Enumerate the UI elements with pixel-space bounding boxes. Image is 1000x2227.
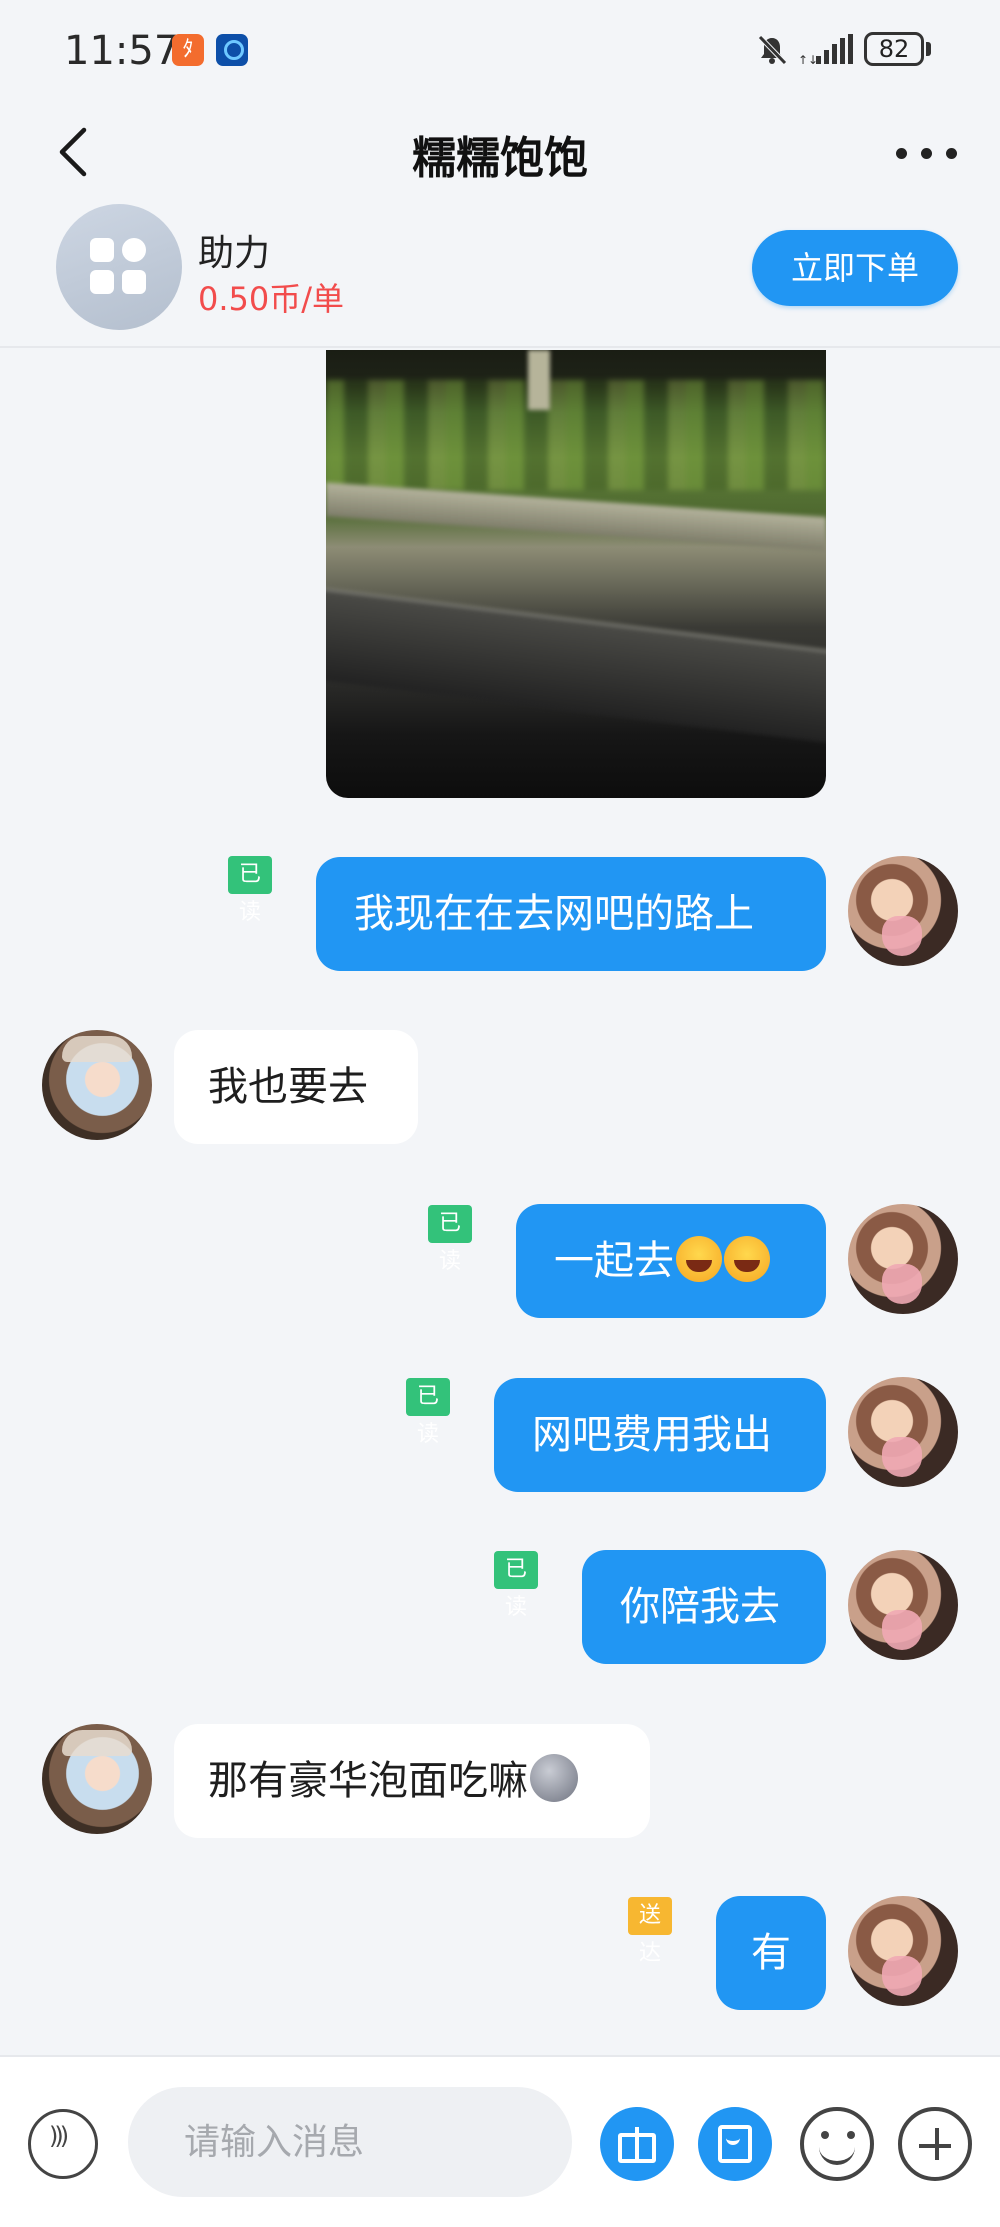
- delivered-status-badge: 送达: [628, 1897, 673, 1966]
- xiaoman-app-icon: ﾀ: [172, 34, 204, 66]
- laughing-emoji: [724, 1236, 770, 1282]
- plus-icon[interactable]: [898, 2107, 972, 2181]
- status-bar: 11:57 ﾀ ↑↓ 82: [0, 0, 1000, 100]
- status-time: 11:57: [64, 28, 180, 74]
- contact-avatar[interactable]: [42, 1030, 152, 1140]
- message-bubble[interactable]: 那有豪华泡面吃嘛: [174, 1724, 650, 1838]
- service-card: 助力 0.50币/单 立即下单: [0, 200, 1000, 348]
- message-bubble[interactable]: 我现在在去网吧的路上: [316, 857, 826, 971]
- grid-apps-icon: [90, 238, 148, 296]
- service-avatar: [56, 204, 182, 330]
- signal-icon: ↑↓: [798, 34, 853, 66]
- battery-indicator: 82: [864, 32, 924, 66]
- blue-app-icon: [216, 34, 248, 66]
- service-name: 助力: [198, 233, 271, 274]
- input-bar: [0, 2055, 1000, 2227]
- message-text: 一起去: [554, 1238, 674, 1284]
- moon-face-emoji: [530, 1754, 578, 1802]
- message-bubble[interactable]: 一起去: [516, 1204, 826, 1318]
- order-now-button[interactable]: 立即下单: [752, 230, 958, 306]
- my-avatar[interactable]: [848, 1896, 958, 2006]
- my-avatar[interactable]: [848, 1550, 958, 1660]
- read-status-badge: 已读: [428, 1205, 473, 1274]
- my-avatar[interactable]: [848, 856, 958, 966]
- message-input[interactable]: [128, 2087, 572, 2197]
- message-bubble[interactable]: 有: [716, 1896, 826, 2010]
- photo-detail: [528, 350, 550, 410]
- contact-avatar[interactable]: [42, 1724, 152, 1834]
- read-status-badge: 已读: [228, 856, 273, 925]
- message-text: 那有豪华泡面吃嘛: [208, 1758, 528, 1804]
- message-bubble[interactable]: 我也要去: [174, 1030, 418, 1144]
- red-packet-icon[interactable]: [698, 2107, 772, 2181]
- chat-header: 糯糯饱饱: [0, 100, 1000, 200]
- gift-icon[interactable]: [600, 2107, 674, 2181]
- battery-tip: [926, 42, 931, 56]
- photo-detail: [326, 482, 826, 552]
- more-horizontal-icon[interactable]: [888, 124, 968, 180]
- message-bubble[interactable]: 网吧费用我出: [494, 1378, 826, 1492]
- my-avatar[interactable]: [848, 1377, 958, 1487]
- service-price: 0.50币/单: [198, 280, 345, 318]
- message-bubble[interactable]: 你陪我去: [582, 1550, 826, 1664]
- my-avatar[interactable]: [848, 1204, 958, 1314]
- read-status-badge: 已读: [406, 1378, 451, 1447]
- photo-content: [326, 380, 826, 490]
- chat-title: 糯糯饱饱: [412, 133, 588, 184]
- notification-muted-icon: [758, 35, 787, 65]
- svg-text:↑↓: ↑↓: [798, 53, 818, 66]
- emoji-icon[interactable]: [800, 2107, 874, 2181]
- voice-input-icon[interactable]: [28, 2109, 98, 2179]
- read-status-badge: 已读: [494, 1551, 539, 1620]
- photo-detail: [326, 585, 826, 748]
- laughing-emoji: [676, 1236, 722, 1282]
- photo-message[interactable]: [326, 350, 826, 798]
